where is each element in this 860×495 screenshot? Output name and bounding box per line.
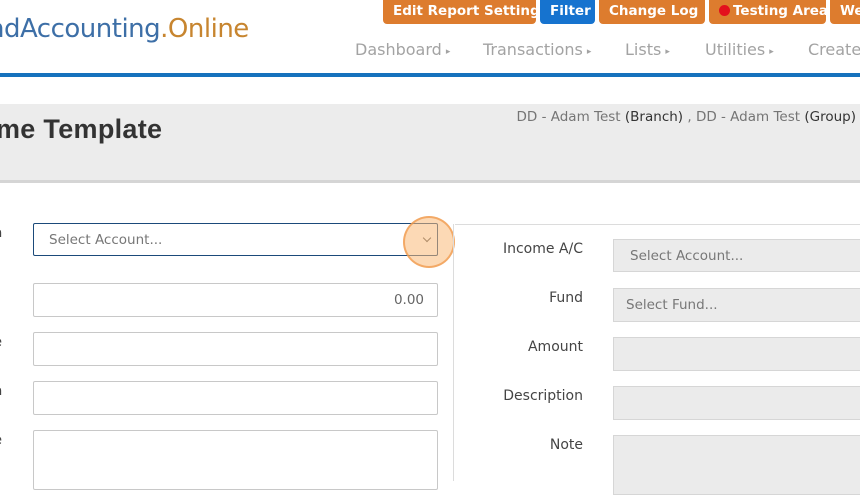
header-divider — [0, 73, 860, 77]
welcome-button[interactable]: We — [830, 0, 860, 24]
description-label: Description — [503, 388, 583, 404]
income-ac-label: Income A/C — [502, 241, 583, 257]
income-account-select[interactable]: Select Account... — [613, 239, 860, 272]
nav-dashboard[interactable]: Dashboard ▸ — [355, 40, 450, 59]
amount-input[interactable]: 0.00 — [33, 283, 438, 317]
text-input[interactable] — [33, 381, 438, 415]
left-label-fragment: e — [0, 335, 2, 350]
nav-create-label: Create — [808, 40, 860, 59]
branch-type: (Branch) — [624, 109, 684, 125]
testing-area-label: Testing Area — [733, 3, 829, 19]
left-label-fragment: n — [0, 226, 2, 241]
nav-create[interactable]: Create — [808, 40, 860, 59]
separator: , — [683, 109, 696, 125]
testing-area-button[interactable]: Testing Area — [709, 0, 829, 24]
note-label: Note — [549, 437, 583, 453]
caret-right-icon: ▸ — [586, 47, 592, 57]
nav-utilities[interactable]: Utilities ▸ — [705, 40, 774, 59]
branch-name: DD - Adam Test — [516, 109, 621, 125]
amount-value: 0.00 — [393, 292, 424, 308]
group-name: DD - Adam Test — [695, 109, 801, 125]
fund-label: Fund — [549, 290, 583, 306]
filter-button[interactable]: Filter — [540, 0, 595, 24]
income-account-placeholder: Select Account... — [630, 248, 744, 264]
logo-text-primary: ndAccounting — [0, 14, 161, 44]
description-field[interactable] — [613, 386, 860, 420]
caret-right-icon: ▸ — [445, 47, 451, 57]
nav-dashboard-label: Dashboard — [355, 40, 442, 59]
left-label-fragment: n — [0, 384, 2, 399]
caret-right-icon: ▸ — [769, 47, 774, 57]
click-highlight — [403, 216, 455, 268]
nav-transactions-label: Transactions — [483, 40, 583, 59]
note-field[interactable] — [613, 435, 860, 495]
nav-transactions[interactable]: Transactions ▸ — [483, 40, 591, 59]
nav-lists[interactable]: Lists ▸ — [625, 40, 670, 59]
left-label-fragment: e — [0, 433, 2, 448]
record-dot-icon — [719, 5, 730, 16]
group-type: (Group) — [804, 109, 856, 125]
caret-right-icon: ▸ — [665, 47, 670, 57]
section-divider — [455, 224, 860, 225]
change-log-button[interactable]: Change Log ❗ — [599, 0, 720, 24]
logo-text-secondary: .Online — [160, 14, 249, 44]
amount-label: Amount — [527, 339, 583, 355]
page-title: me Template — [0, 114, 163, 144]
account-select[interactable]: Select Account... — [33, 223, 438, 256]
edit-report-settings-button[interactable]: Edit Report Settings — [383, 0, 548, 24]
branch-group-info: DD - Adam Test (Branch) , DD - Adam Test… — [516, 109, 856, 125]
account-select-placeholder: Select Account... — [49, 232, 163, 248]
amount-field[interactable] — [613, 337, 860, 371]
app-logo[interactable]: ndAccounting.Online — [0, 14, 249, 44]
column-divider — [453, 224, 454, 481]
nav-utilities-label: Utilities — [705, 40, 766, 59]
text-input[interactable] — [33, 332, 438, 366]
notes-textarea[interactable] — [33, 430, 438, 490]
fund-select[interactable]: Select Fund... — [613, 288, 860, 322]
nav-lists-label: Lists — [625, 40, 662, 59]
fund-placeholder: Select Fund... — [626, 297, 718, 313]
